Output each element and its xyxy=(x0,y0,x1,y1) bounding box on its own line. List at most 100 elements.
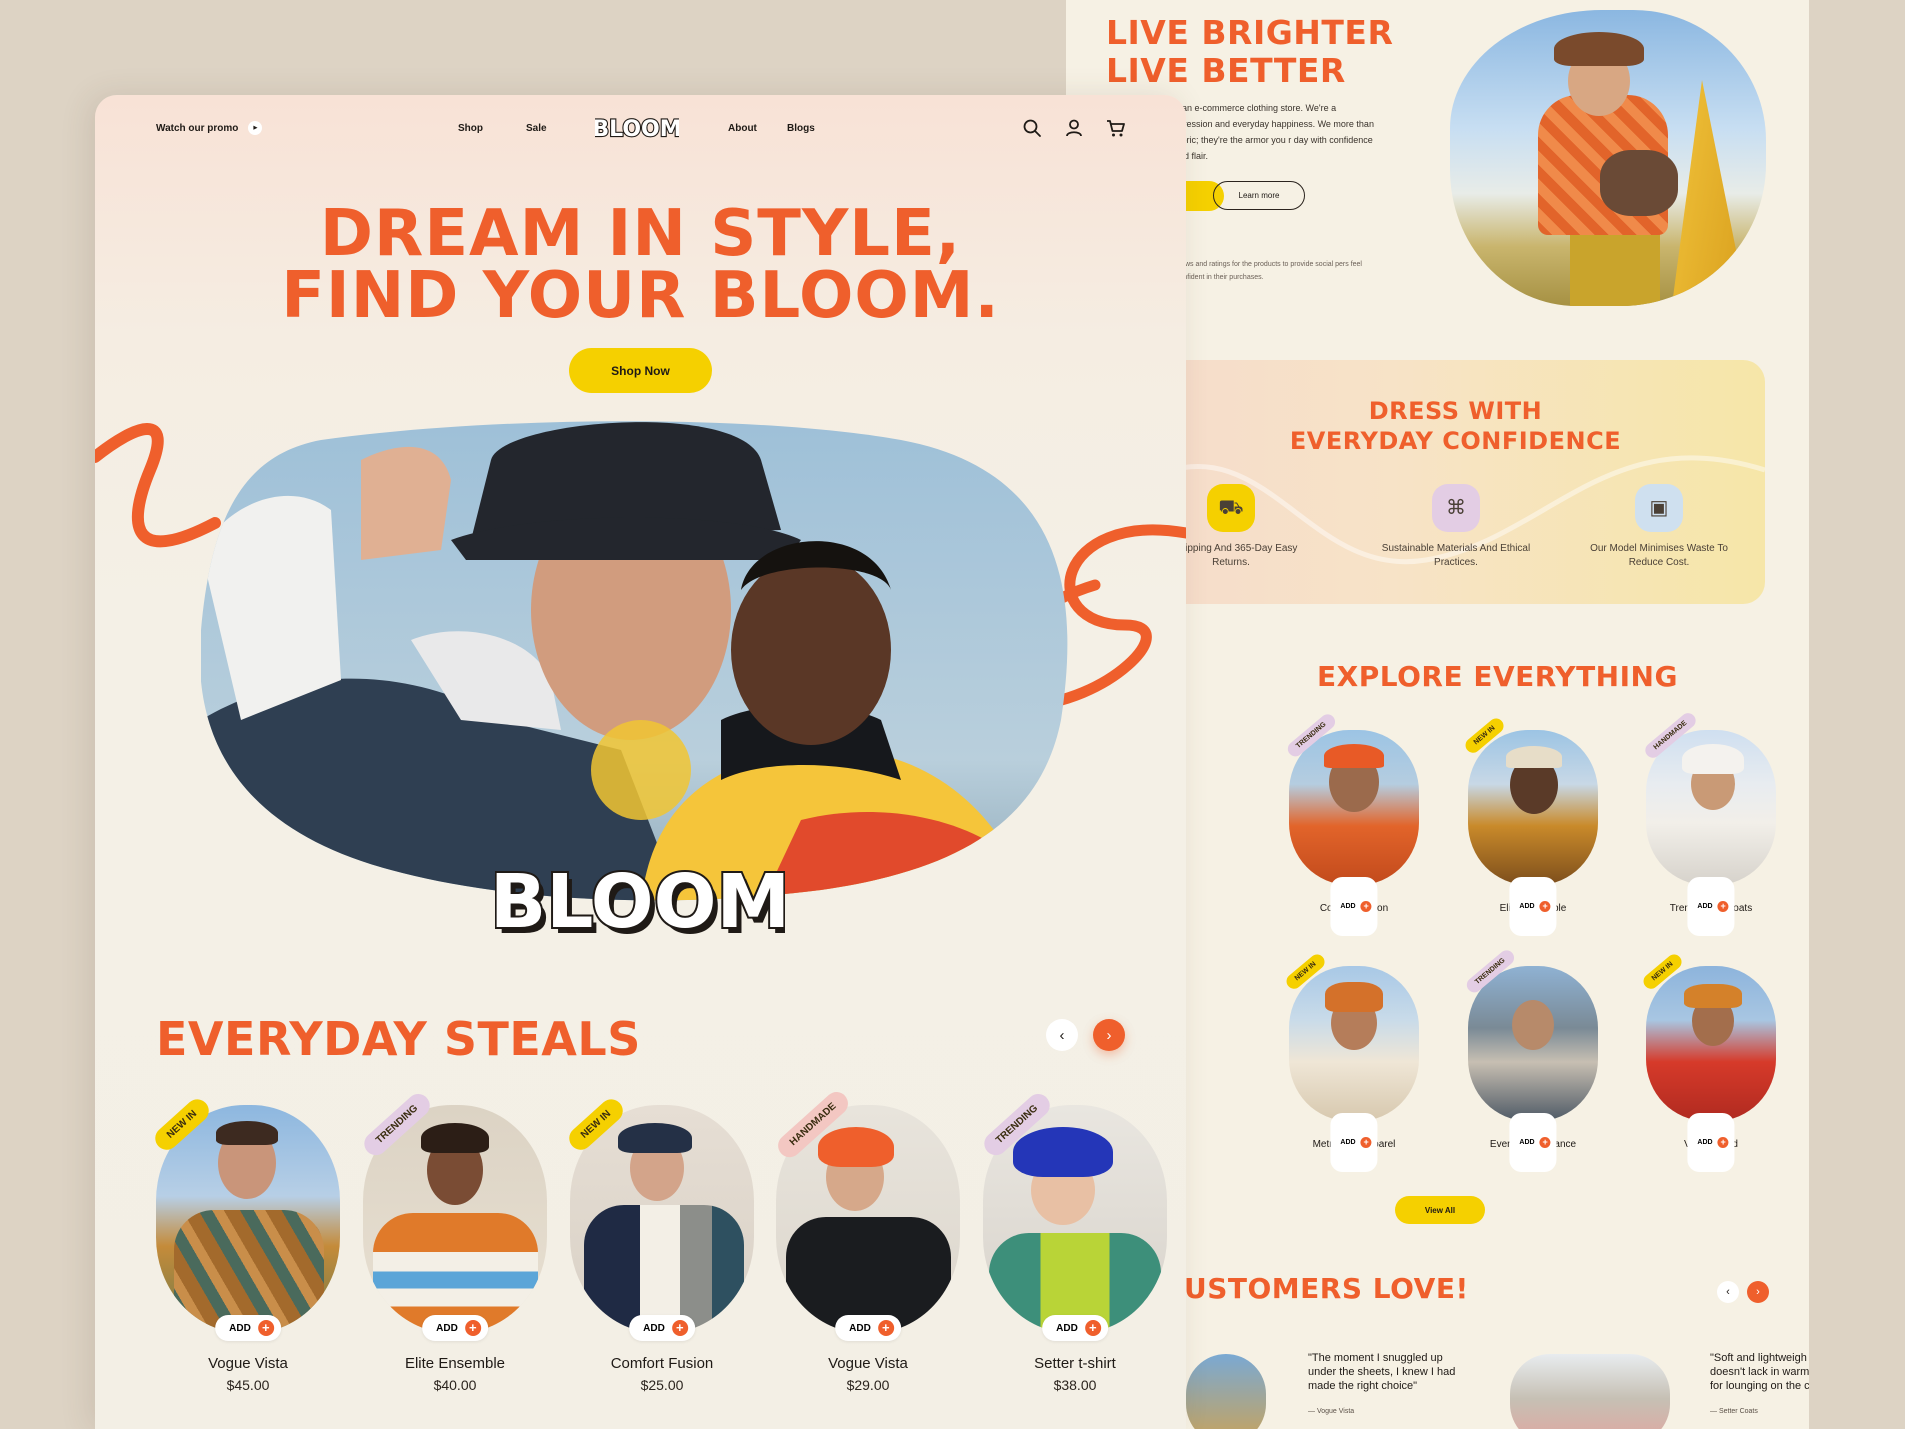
chevron-left-icon: ‹ xyxy=(1726,1286,1730,1298)
product-name: Setter t-shirt xyxy=(1034,1355,1116,1372)
explore-card[interactable]: TRENDING ADD+ Comfort Fusion $18.00 xyxy=(1284,711,1419,936)
product-name: Vogue Vista xyxy=(208,1355,288,1372)
product-price: $29.00 xyxy=(846,1377,890,1393)
plus-icon: + xyxy=(1539,901,1551,912)
product-card[interactable]: HANDMADE ADD + Vogue Vista $29.00 xyxy=(773,1087,960,1393)
hero-title: DREAM IN STYLE, FIND YOUR BLOOM. xyxy=(95,197,1186,333)
explore-card[interactable]: HANDMADE ADD+ Trend setter Coats $27.99 xyxy=(1642,710,1776,936)
product-card[interactable]: NEW IN ADD + Comfort Fusion $25.00 xyxy=(564,1094,754,1393)
view-all-button[interactable]: View All xyxy=(1395,1196,1485,1224)
about-photo xyxy=(1450,10,1766,306)
chevron-right-icon: › xyxy=(1756,1286,1760,1298)
hero-title-line1: DREAM IN STYLE, xyxy=(319,197,962,271)
bloom-logo[interactable]: BLOOM xyxy=(591,113,683,143)
prev-arrow-button[interactable]: ‹ xyxy=(1717,1281,1739,1303)
nav-sale[interactable]: Sale xyxy=(526,123,547,134)
shop-now-button[interactable]: Shop Now xyxy=(569,348,712,393)
product-card[interactable]: NEW IN ADD + Vogue Vista $45.00 xyxy=(150,1094,340,1393)
explore-card[interactable]: NEW IN ADD+ Metro chic Apparel $49.00 xyxy=(1283,951,1419,1172)
add-to-cart-button[interactable]: ADD + xyxy=(629,1315,695,1341)
cart-icon[interactable] xyxy=(1105,117,1127,139)
product-price: $25.00 xyxy=(640,1377,684,1393)
plus-icon: + xyxy=(1084,1320,1101,1336)
testimonial-author: Setter Coats xyxy=(1718,1408,1758,1415)
testimonial-photo xyxy=(1510,1354,1670,1429)
nav-about[interactable]: About xyxy=(728,123,757,134)
confidence-title: DRESS WITH EVERYDAY CONFIDENCE xyxy=(1146,396,1765,456)
testimonial-author: Vogue Vista xyxy=(1316,1408,1355,1415)
plus-icon: + xyxy=(257,1320,274,1336)
testimonial-photo xyxy=(1186,1354,1266,1429)
plus-icon: + xyxy=(1360,1137,1372,1148)
chevron-right-icon: › xyxy=(1106,1026,1112,1044)
plus-icon: + xyxy=(1717,1137,1729,1148)
chevron-left-icon: ‹ xyxy=(1059,1026,1065,1044)
watch-promo-link[interactable]: Watch our promo ▶ xyxy=(156,121,263,135)
next-arrow-button[interactable]: › xyxy=(1093,1019,1125,1051)
add-to-cart-button[interactable]: ADD + xyxy=(1687,877,1735,936)
product-price: $40.00 xyxy=(433,1377,477,1393)
product-card[interactable]: TRENDING ADD + Setter t-shirt $38.00 xyxy=(979,1089,1167,1393)
plus-icon: + xyxy=(464,1320,481,1336)
about-title: LIVE BRIGHTER LIVE BETTER xyxy=(1106,14,1393,90)
top-nav: Watch our promo ▶ Shop Sale BLOOM About … xyxy=(95,95,1186,161)
about-note: views and ratings for the products to pr… xyxy=(1176,261,1362,281)
hero-image xyxy=(201,420,1081,905)
plus-icon: + xyxy=(877,1320,894,1336)
add-to-cart-button[interactable]: ADD + xyxy=(1509,877,1557,936)
product-card[interactable]: TRENDING ADD + Elite Ensemble $40.00 xyxy=(359,1089,547,1393)
testimonial: "Soft and lightweigh doesn't lack in war… xyxy=(1710,1352,1809,1415)
bloom-brand-mark: BLOOM BLOOM xyxy=(488,855,795,951)
plus-icon: + xyxy=(1717,901,1729,912)
product-price: $45.00 xyxy=(226,1377,270,1393)
prev-arrow-button[interactable]: ‹ xyxy=(1046,1019,1078,1051)
explore-card[interactable]: TRENDING ADD+ Everyday Elegance $19.00 xyxy=(1463,947,1598,1172)
search-icon[interactable] xyxy=(1021,117,1043,139)
plus-icon: + xyxy=(671,1320,688,1336)
product-name: Vogue Vista xyxy=(828,1355,908,1372)
about-title-line1: LIVE BRIGHTER xyxy=(1106,13,1394,52)
svg-text:BLOOM: BLOOM xyxy=(595,117,679,142)
product-name: Elite Ensemble xyxy=(404,1355,506,1372)
plus-icon: + xyxy=(1360,901,1372,912)
about-text: rt an e-commerce clothing store. We're a… xyxy=(1174,103,1374,161)
everyday-steals-title: EVERYDAY STEALS xyxy=(156,1012,641,1066)
truck-icon: ⛟ xyxy=(1207,484,1255,532)
plus-icon: + xyxy=(1539,1137,1551,1148)
add-to-cart-button[interactable]: ADD + xyxy=(1330,1113,1378,1172)
add-to-cart-button[interactable]: ADD + xyxy=(215,1315,281,1341)
confidence-title-line2: EVERYDAY CONFIDENCE xyxy=(1289,427,1622,455)
home-page-panel: Watch our promo ▶ Shop Sale BLOOM About … xyxy=(95,95,1186,1429)
svg-text:BLOOM: BLOOM xyxy=(495,859,785,945)
promo-label: Watch our promo xyxy=(156,122,239,134)
confidence-item-text: Sustainable Materials And Ethical Practi… xyxy=(1381,543,1531,568)
add-to-cart-button[interactable]: ADD + xyxy=(1042,1315,1108,1341)
box-icon: ▣ xyxy=(1635,484,1683,532)
leaf-icon: ⌘ xyxy=(1432,484,1480,532)
confidence-title-line1: DRESS WITH xyxy=(1368,397,1543,425)
hero-title-line2: FIND YOUR BLOOM. xyxy=(281,259,1000,333)
confidence-item-text: Our Model Minimises Waste To Reduce Cost… xyxy=(1590,543,1728,568)
testimonial-text: "The moment I snuggled up under the shee… xyxy=(1308,1352,1456,1392)
confidence-item: ▣ Our Model Minimises Waste To Reduce Co… xyxy=(1574,484,1744,570)
customers-title: USTOMERS LOVE! xyxy=(1184,1272,1469,1305)
product-price: $38.00 xyxy=(1053,1377,1097,1393)
next-arrow-button[interactable]: › xyxy=(1747,1281,1769,1303)
nav-shop[interactable]: Shop xyxy=(458,123,483,134)
confidence-panel: DRESS WITH EVERYDAY CONFIDENCE ⛟ e Shipp… xyxy=(1146,360,1765,604)
add-to-cart-button[interactable]: ADD + xyxy=(422,1315,488,1341)
about-title-line2: LIVE BETTER xyxy=(1106,51,1346,90)
explore-card[interactable]: NEW IN ADD+ Elite Ensemble $49.99 xyxy=(1462,715,1598,936)
product-name: Comfort Fusion xyxy=(610,1355,714,1372)
nav-blogs[interactable]: Blogs xyxy=(787,123,815,134)
add-to-cart-button[interactable]: ADD + xyxy=(1687,1113,1735,1172)
testimonial-text: "Soft and lightweigh doesn't lack in war… xyxy=(1710,1352,1809,1392)
learn-more-button[interactable]: Learn more xyxy=(1213,181,1305,210)
add-to-cart-button[interactable]: ADD + xyxy=(1509,1113,1557,1172)
add-to-cart-button[interactable]: ADD + xyxy=(1330,877,1378,936)
explore-card[interactable]: NEW IN ADD+ Vogue trend $59.00 xyxy=(1640,951,1776,1172)
confidence-item: ⌘ Sustainable Materials And Ethical Prac… xyxy=(1371,484,1541,570)
play-icon: ▶ xyxy=(248,121,263,135)
user-icon[interactable] xyxy=(1063,117,1085,139)
add-to-cart-button[interactable]: ADD + xyxy=(835,1315,901,1341)
